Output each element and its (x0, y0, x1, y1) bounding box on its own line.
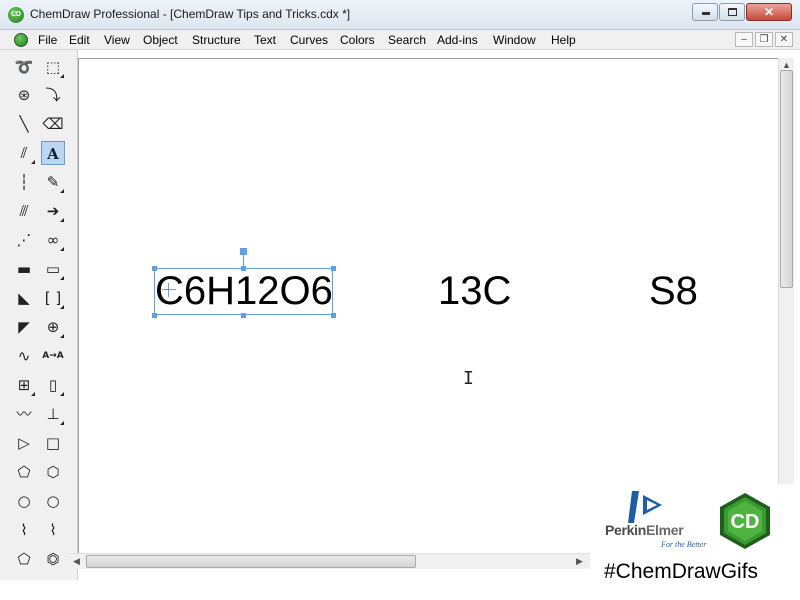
hashtag-label: #ChemDrawGifs (604, 560, 759, 583)
doc-close-button[interactable]: ✕ (775, 32, 793, 47)
rotation-handle[interactable] (240, 248, 247, 255)
scroll-right-icon[interactable]: ▶ (576, 556, 583, 567)
rotation-stem (243, 253, 244, 268)
wedge-bond-icon[interactable]: ◣ (12, 286, 36, 310)
tlc-plate-icon[interactable]: ▯ (41, 373, 65, 397)
company-prefix: Perkin (605, 522, 646, 538)
canvas-text-sulfur[interactable]: S8 (649, 269, 698, 314)
table-icon[interactable]: ⊞ (12, 373, 36, 397)
bond-line-dashed-icon[interactable]: ⤵ (41, 83, 65, 107)
hashed-bond-icon[interactable]: ⫻ (12, 199, 36, 223)
benzene-icon[interactable]: ⏣ (41, 547, 65, 571)
menu-add-ins[interactable]: Add-ins (437, 33, 478, 47)
brackets-icon[interactable]: [ ] (41, 286, 65, 310)
menu-bar: File Edit View Object Structure Text Cur… (0, 30, 800, 50)
canvas-text-carbon13[interactable]: 13C (438, 269, 511, 314)
menu-help[interactable]: Help (551, 33, 576, 47)
orbital-icon[interactable]: ∞ (41, 228, 65, 252)
scroll-up-icon[interactable]: ▲ (782, 60, 791, 70)
cyclopentane-icon[interactable]: ○ (12, 489, 36, 513)
vertical-scroll-thumb[interactable] (780, 70, 793, 288)
maximize-icon (728, 8, 737, 16)
square-icon[interactable]: □ (41, 431, 65, 455)
menu-edit[interactable]: Edit (69, 33, 90, 47)
close-button[interactable]: ✕ (746, 3, 792, 21)
double-bond-icon[interactable]: ⫽ (12, 141, 36, 165)
horizontal-scroll-thumb[interactable] (86, 555, 416, 568)
lasso-icon[interactable]: ➰ (12, 55, 36, 79)
company-tagline: For the Better (661, 540, 707, 549)
resize-handle[interactable] (331, 313, 336, 318)
arrow-icon[interactable]: ➔ (41, 199, 65, 223)
text-tool-icon[interactable]: A (41, 141, 65, 165)
minimize-button[interactable] (692, 3, 718, 21)
menu-structure[interactable]: Structure (192, 33, 241, 47)
company-suffix: Elmer (646, 522, 684, 538)
pentagon-icon[interactable]: ⬠ (12, 460, 36, 484)
solid-bond-icon[interactable]: ╲ (12, 112, 36, 136)
chain-icon[interactable]: 〰 (12, 402, 36, 426)
company-name: PerkinElmer (605, 522, 684, 538)
menu-window[interactable]: Window (493, 33, 536, 47)
wavy-bond-icon[interactable]: ∿ (12, 344, 36, 368)
hashed-wedge-icon[interactable]: ⋰ (12, 228, 36, 252)
minimize-icon (702, 12, 710, 15)
chair-icon[interactable]: ⌇ (12, 518, 36, 542)
app-icon: CD (8, 7, 24, 23)
resize-handle[interactable] (152, 266, 157, 271)
chair-2-icon[interactable]: ⌇ (41, 518, 65, 542)
doc-minimize-button[interactable]: – (735, 32, 753, 47)
document-icon[interactable] (14, 33, 28, 47)
center-crosshair-icon (162, 283, 176, 297)
chemical-symbol-icon[interactable]: ⊕ (41, 315, 65, 339)
resize-handle[interactable] (331, 266, 336, 271)
menu-search[interactable]: Search (388, 33, 426, 47)
drawing-elements-icon[interactable]: ▭ (41, 257, 65, 281)
chemdraw-logo-icon: CD (720, 493, 770, 549)
menu-colors[interactable]: Colors (340, 33, 375, 47)
menu-file[interactable]: File (38, 33, 57, 47)
cyclopentadiene-icon[interactable]: ⬠ (12, 547, 36, 571)
hexagon-icon[interactable]: ⬡ (41, 460, 65, 484)
bold-bond-icon[interactable]: ▬ (12, 257, 36, 281)
atom-mapping-icon[interactable]: A→A (41, 344, 65, 368)
perkinelmer-logo-icon (628, 491, 662, 523)
selection-box (154, 268, 333, 315)
doc-restore-button[interactable]: ❐ (755, 32, 773, 47)
scroll-left-icon[interactable]: ◀ (73, 556, 80, 567)
menu-curves[interactable]: Curves (290, 33, 328, 47)
menu-text[interactable]: Text (254, 33, 276, 47)
structure-perspective-icon[interactable]: ⊛ (12, 83, 36, 107)
menu-object[interactable]: Object (143, 33, 178, 47)
resize-handle[interactable] (152, 313, 157, 318)
close-icon: ✕ (763, 5, 775, 19)
menu-view[interactable]: View (104, 33, 130, 47)
window-title: ChemDraw Professional - [ChemDraw Tips a… (30, 7, 351, 21)
badge-text: CD (731, 511, 760, 533)
marquee-select-icon[interactable]: ⬚ (41, 55, 65, 79)
triangle-icon[interactable]: ▷ (12, 431, 36, 455)
tool-palette: ➰ ⬚ ⊛ ⤵ ╲ ⌫ ⫽ A ┆ ✎ ⫻ ➔ ⋰ ∞ ▬ ▭ ◣ [ ] ◤ … (0, 50, 78, 580)
resize-handle[interactable] (241, 313, 246, 318)
dashed-bond-icon[interactable]: ┆ (12, 170, 36, 194)
maximize-button[interactable] (719, 3, 745, 21)
text-cursor-icon: I (463, 368, 474, 389)
pen-icon[interactable]: ✎ (41, 170, 65, 194)
wedged-hash-icon[interactable]: ◤ (12, 315, 36, 339)
stamp-icon[interactable]: ⊥ (41, 402, 65, 426)
title-bar: CD ChemDraw Professional - [ChemDraw Tip… (0, 0, 800, 30)
cyclohexane-icon[interactable]: ○ (41, 489, 65, 513)
eraser-icon[interactable]: ⌫ (41, 112, 65, 136)
